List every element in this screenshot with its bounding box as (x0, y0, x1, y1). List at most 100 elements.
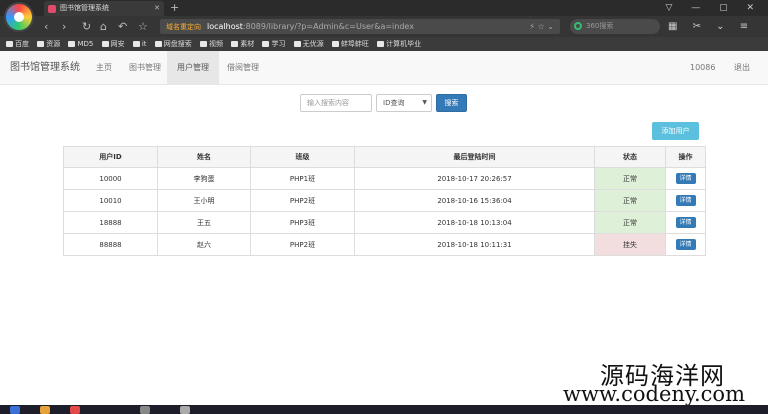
table-row: 10010 王小明 PHP2班 2018-10-16 15:36:04 正常 详… (63, 189, 706, 212)
folder-icon (200, 41, 207, 47)
table-row: 10000 李狗蛋 PHP1班 2018-10-17 20:26:57 正常 详… (63, 167, 706, 190)
url-field[interactable]: 域名重定向 localhost:8089/library/?p=Admin&c=U… (160, 19, 560, 34)
bookmark-item[interactable]: 视频 (200, 37, 223, 51)
cell-class: PHP2班 (250, 233, 355, 256)
cell-last-login: 2018-10-16 15:36:04 (354, 189, 595, 212)
browser-search-field[interactable]: 360搜索 (570, 19, 660, 34)
current-user[interactable]: 10086 (690, 51, 715, 85)
app-brand[interactable]: 图书馆管理系统 (10, 51, 80, 85)
cell-class: PHP1班 (250, 167, 355, 190)
bookmark-item[interactable]: 百度 (6, 37, 29, 51)
cell-user-id: 18888 (63, 211, 158, 234)
nav-borrow[interactable]: 借阅管理 (217, 51, 269, 85)
cell-user-id: 10010 (63, 189, 158, 212)
url-host: localhost (207, 22, 243, 31)
search-button[interactable]: 搜索 (436, 94, 467, 112)
browser-logo-icon[interactable] (4, 2, 34, 32)
folder-icon (262, 41, 270, 47)
undo-icon[interactable]: ↶ (118, 16, 127, 37)
folder-icon (37, 41, 45, 47)
bookmark-item[interactable]: 网盘搜索 (154, 37, 192, 51)
taskbar-app-icon[interactable] (180, 406, 190, 414)
bookmark-item[interactable]: 素材 (231, 37, 254, 51)
bookmark-star-icon[interactable]: ☆ (138, 16, 148, 37)
watermark-url: www.codeny.com (563, 382, 745, 406)
cell-action: 详情 (665, 167, 706, 190)
url-path: :8089/library/?p=Admin&c=User&a=index (242, 22, 414, 31)
bookmark-item[interactable]: it (132, 37, 147, 51)
folder-icon (231, 41, 239, 47)
bookmark-item[interactable]: 学习 (262, 37, 285, 51)
cell-class: PHP2班 (250, 189, 355, 212)
back-icon[interactable]: ‹ (44, 16, 48, 37)
os-taskbar (0, 405, 768, 414)
cell-status: 正常 (594, 167, 666, 190)
bookmark-item[interactable]: MD5 (68, 37, 93, 51)
start-icon[interactable] (10, 406, 20, 414)
bookmark-item[interactable]: 资源 (37, 37, 60, 51)
bookmark-item[interactable]: 网安 (101, 37, 125, 51)
cell-action: 详情 (665, 233, 706, 256)
header-status: 状态 (594, 146, 666, 168)
header-name: 姓名 (157, 146, 251, 168)
detail-button[interactable]: 详情 (675, 217, 696, 228)
cell-user-id: 88888 (63, 233, 158, 256)
reload-icon[interactable]: ↻ (82, 16, 91, 37)
folder-icon (132, 41, 140, 47)
cell-last-login: 2018-10-17 20:26:57 (354, 167, 595, 190)
folder-icon (154, 41, 162, 47)
cell-user-id: 10000 (63, 167, 158, 190)
tab-close-icon[interactable]: ✕ (154, 1, 160, 16)
detail-button[interactable]: 详情 (675, 239, 696, 250)
detail-button[interactable]: 详情 (675, 195, 696, 206)
browser-tab[interactable]: 图书馆管理系统 ✕ (44, 1, 164, 16)
cell-name: 李狗蛋 (157, 167, 251, 190)
cell-name: 王五 (157, 211, 251, 234)
site-icon (331, 41, 339, 47)
cell-last-login: 2018-10-18 10:11:31 (354, 233, 595, 256)
bookmark-item[interactable]: 无优源 (293, 37, 324, 51)
header-user-id: 用户ID (63, 146, 158, 168)
cell-name: 王小明 (157, 189, 251, 212)
browser-search-placeholder: 360搜索 (586, 22, 614, 30)
bookmark-item[interactable]: 计算机毕业 (377, 37, 421, 51)
cell-status: 正常 (594, 211, 666, 234)
nav-books[interactable]: 图书管理 (119, 51, 171, 85)
detail-button[interactable]: 详情 (675, 173, 696, 184)
header-action: 操作 (665, 146, 706, 168)
home-icon[interactable]: ⌂ (100, 16, 107, 37)
app-navbar: 图书馆管理系统 主页 图书管理 用户管理 借阅管理 10086 退出 (0, 51, 768, 85)
table-header-row: 用户ID 姓名 班级 最后登陆时间 状态 操作 (63, 146, 706, 168)
add-user-button[interactable]: 添加用户 (652, 122, 699, 140)
nav-users[interactable]: 用户管理 (167, 51, 219, 85)
search-input[interactable]: 输入搜索内容 (300, 94, 372, 112)
cell-status: 正常 (594, 189, 666, 212)
cell-class: PHP3班 (250, 211, 355, 234)
cell-action: 详情 (665, 189, 706, 212)
tab-favicon-icon (48, 5, 56, 13)
url-actions-icons[interactable]: ⚡ ☆ ⌄ (529, 19, 554, 34)
search-engine-icon (574, 22, 582, 30)
forward-icon[interactable]: › (62, 16, 66, 37)
folder-icon (68, 41, 76, 47)
taskbar-app-icon[interactable] (140, 406, 150, 414)
table-row: 18888 王五 PHP3班 2018-10-18 10:13:04 正常 详情 (63, 211, 706, 234)
cell-name: 赵六 (157, 233, 251, 256)
folder-icon (101, 41, 109, 47)
search-type-value: ID查询 (383, 99, 405, 107)
bookmarks-bar: 百度 资源 MD5 网安 it 网盘搜索 视频 素材 学习 无优源 蚌埠蚌旺 计… (0, 37, 768, 51)
search-type-select[interactable]: ID查询 ▼ (376, 94, 432, 112)
logout-link[interactable]: 退出 (734, 51, 750, 85)
cell-status: 挂失 (594, 233, 666, 256)
window-controls[interactable]: ▽ — ▢ ✕ (665, 0, 762, 16)
new-tab-button[interactable]: + (170, 0, 179, 16)
caret-down-icon: ▼ (422, 99, 427, 106)
folder-icon (293, 41, 301, 47)
header-class: 班级 (250, 146, 355, 168)
nav-home[interactable]: 主页 (86, 51, 122, 85)
taskbar-app-icon[interactable] (40, 406, 50, 414)
browser-tools[interactable]: ▦ ✂ ⌄ ≡ (668, 16, 754, 37)
table-row: 88888 赵六 PHP2班 2018-10-18 10:11:31 挂失 详情 (63, 233, 706, 256)
bookmark-item[interactable]: 蚌埠蚌旺 (331, 37, 369, 51)
taskbar-app-icon[interactable] (70, 406, 80, 414)
